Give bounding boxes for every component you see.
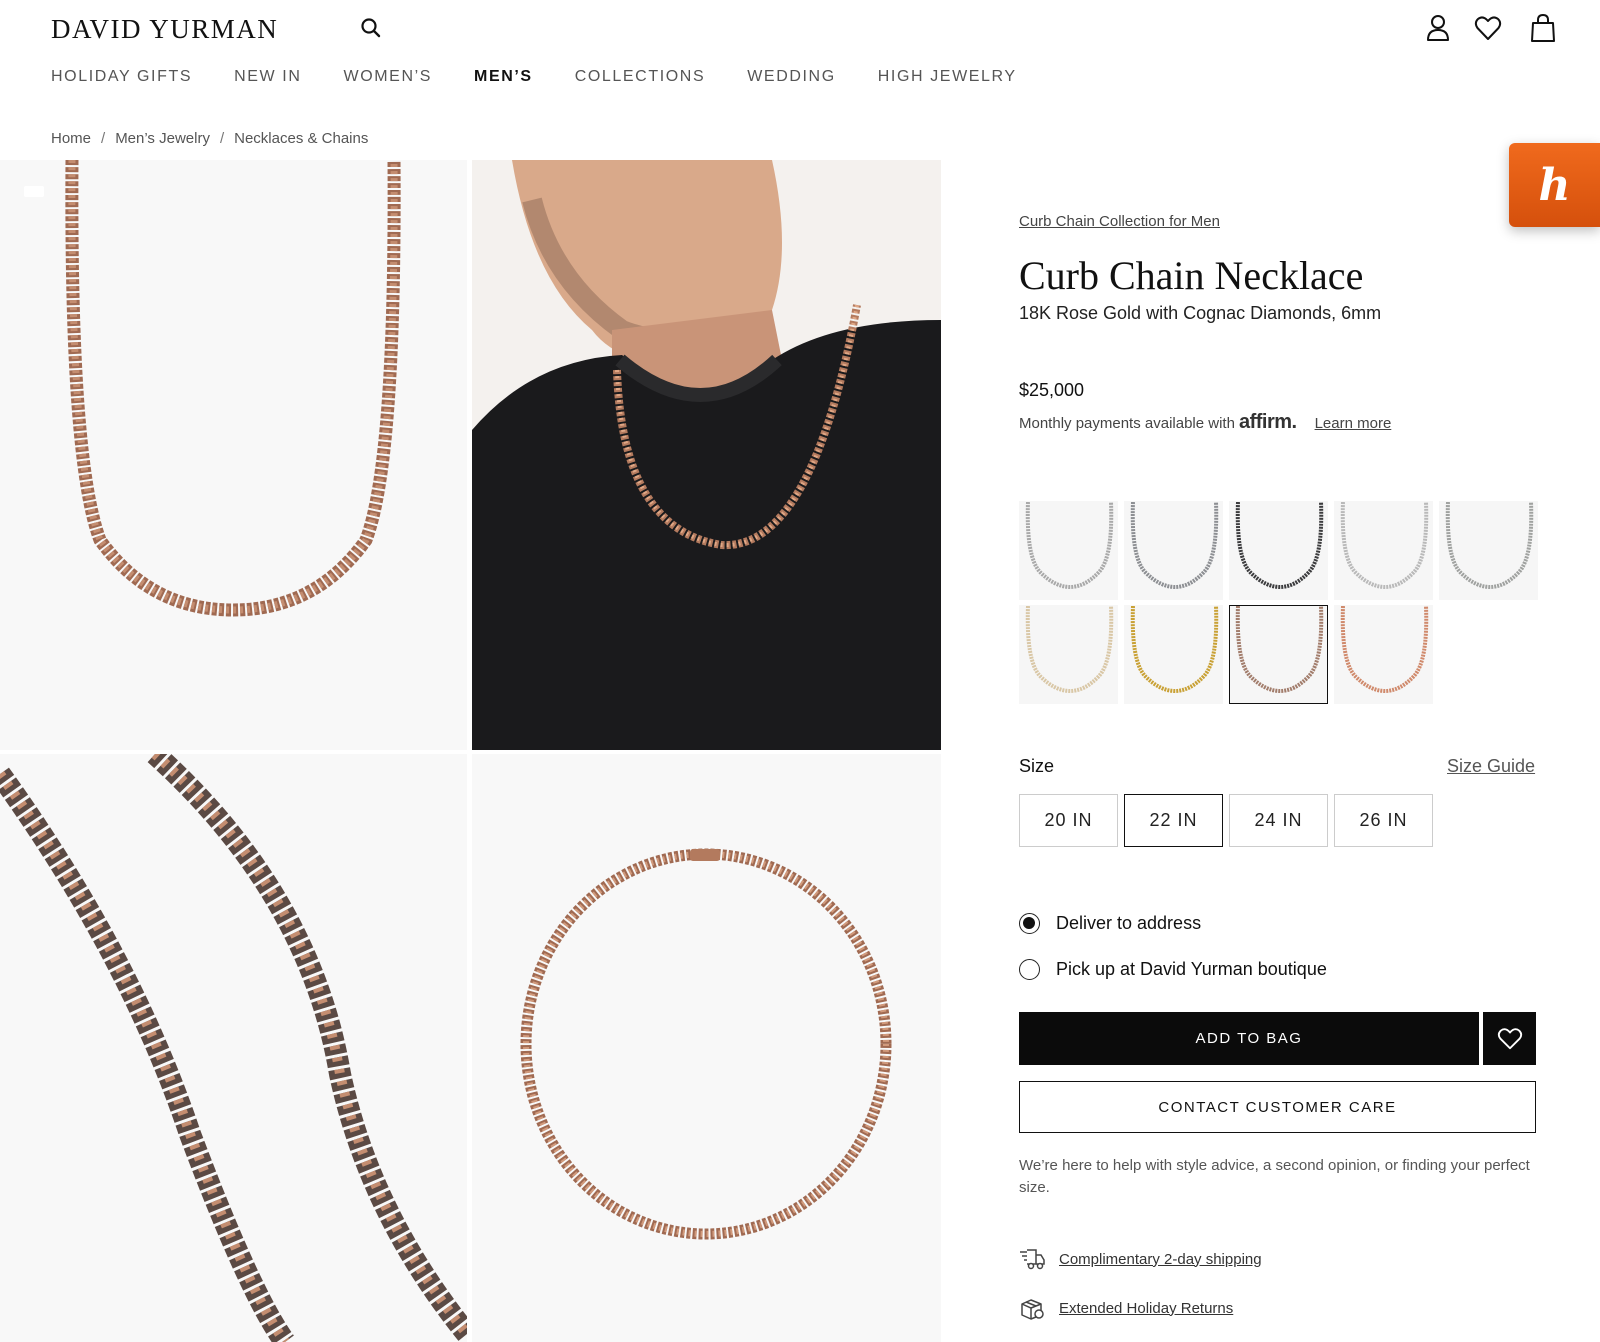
swatch-chain-image xyxy=(1025,606,1114,694)
complimentary-shipping-link[interactable]: Complimentary 2-day shipping xyxy=(1059,1251,1262,1268)
product-image-detail[interactable] xyxy=(0,754,467,1342)
swatch-chain-image xyxy=(1235,606,1324,694)
breadcrumb-home[interactable]: Home xyxy=(51,130,91,147)
swatch-chain-image xyxy=(1235,502,1324,590)
nav-wedding[interactable]: WEDDING xyxy=(747,68,836,86)
brand-logo[interactable]: DAVID YURMAN xyxy=(51,14,278,45)
size-options: 20 IN 22 IN 24 IN 26 IN xyxy=(1019,794,1439,847)
nav-holiday-gifts[interactable]: HOLIDAY GIFTS xyxy=(51,68,192,86)
breadcrumb-separator: / xyxy=(219,130,225,147)
affirm-payment-info: Monthly payments available with affirm. … xyxy=(1019,411,1391,434)
shopping-bag-icon[interactable] xyxy=(1529,13,1557,43)
breadcrumb-separator: / xyxy=(101,130,106,147)
swatch-chain-image xyxy=(1340,606,1429,694)
swatch-chain-image xyxy=(1130,502,1219,590)
swatch-diamond-pave-gold-chain[interactable] xyxy=(1019,605,1118,704)
product-image-model[interactable] xyxy=(472,160,941,750)
help-text: We’re here to help with style advice, a … xyxy=(1019,1157,1530,1196)
swatch-rose-gold-cognac-chain[interactable] xyxy=(1229,605,1328,704)
deliver-to-address-option[interactable]: Deliver to address xyxy=(1019,913,1201,934)
add-to-bag-button[interactable]: ADD TO BAG xyxy=(1019,1012,1479,1065)
pickup-label: Pick up at David Yurman boutique xyxy=(1056,959,1327,979)
image-badge xyxy=(24,186,44,197)
swatch-chain-image xyxy=(1025,502,1114,590)
swatch-light-silver-chain[interactable] xyxy=(1334,501,1433,600)
affirm-logo: affirm. xyxy=(1238,411,1297,433)
swatch-chain-image xyxy=(1130,606,1219,694)
heart-icon xyxy=(1497,1027,1522,1049)
swatch-black-titanium-chain[interactable] xyxy=(1229,501,1328,600)
perk-shipping: Complimentary 2-day shipping xyxy=(1019,1247,1262,1271)
account-icon[interactable] xyxy=(1424,13,1452,43)
product-image-front[interactable] xyxy=(0,160,467,750)
pickup-boutique-option[interactable]: Pick up at David Yurman boutique xyxy=(1019,959,1327,980)
swatch-silver-pave-chain[interactable] xyxy=(1439,501,1538,600)
breadcrumb-necklaces-chains[interactable]: Necklaces & Chains xyxy=(234,130,368,147)
extended-returns-link[interactable]: Extended Holiday Returns xyxy=(1059,1300,1233,1317)
nav-mens[interactable]: MEN’S xyxy=(474,68,533,86)
swatch-silver-gray-chain[interactable] xyxy=(1124,501,1223,600)
nav-new-in[interactable]: NEW IN xyxy=(234,68,301,86)
contact-customer-care-button[interactable]: CONTACT CUSTOMER CARE xyxy=(1019,1081,1536,1133)
swatch-rose-gold-chain[interactable] xyxy=(1334,605,1433,704)
perk-returns: Extended Holiday Returns xyxy=(1019,1296,1233,1320)
nav-collections[interactable]: COLLECTIONS xyxy=(575,68,706,86)
collection-link[interactable]: Curb Chain Collection for Men xyxy=(1019,213,1220,230)
swatch-yellow-gold-chain[interactable] xyxy=(1124,605,1223,704)
search-icon[interactable] xyxy=(360,17,382,39)
honey-logo-icon: h xyxy=(1538,159,1571,211)
size-option-22[interactable]: 22 IN xyxy=(1124,794,1223,847)
breadcrumb: Home / Men’s Jewelry / Necklaces & Chain… xyxy=(51,130,368,147)
learn-more-link[interactable]: Learn more xyxy=(1315,415,1392,432)
breadcrumb-mens-jewelry[interactable]: Men’s Jewelry xyxy=(115,130,210,147)
product-subtitle: 18K Rose Gold with Cognac Diamonds, 6mm xyxy=(1019,303,1382,323)
deliver-radio[interactable] xyxy=(1019,913,1040,934)
size-option-26[interactable]: 26 IN xyxy=(1334,794,1433,847)
swatch-chain-image xyxy=(1445,502,1534,590)
size-label: Size xyxy=(1019,756,1055,776)
variant-swatches xyxy=(1019,501,1539,704)
size-option-20[interactable]: 20 IN xyxy=(1019,794,1118,847)
affirm-text: Monthly payments available with xyxy=(1019,415,1235,432)
nav-high-jewelry[interactable]: HIGH JEWELRY xyxy=(878,68,1017,86)
product-price: $25,000 xyxy=(1019,380,1085,400)
size-guide-link[interactable]: Size Guide xyxy=(1447,756,1535,777)
deliver-label: Deliver to address xyxy=(1056,913,1202,933)
product-title: Curb Chain Necklace xyxy=(1019,253,1364,298)
gift-box-icon xyxy=(1021,1299,1044,1320)
product-image-circle[interactable] xyxy=(472,754,941,1342)
shipping-truck-icon xyxy=(1020,1249,1045,1270)
swatch-chain-image xyxy=(1340,502,1429,590)
swatch-silver-chain[interactable] xyxy=(1019,501,1118,600)
nav-womens[interactable]: WOMEN’S xyxy=(344,68,433,86)
size-option-24[interactable]: 24 IN xyxy=(1229,794,1328,847)
honey-extension-tab[interactable]: h xyxy=(1509,143,1600,227)
pickup-radio[interactable] xyxy=(1019,959,1040,980)
heart-icon[interactable] xyxy=(1474,13,1502,43)
add-to-wishlist-button[interactable] xyxy=(1483,1012,1536,1065)
main-navigation: HOLIDAY GIFTS NEW IN WOMEN’S MEN’S COLLE… xyxy=(51,68,1059,86)
